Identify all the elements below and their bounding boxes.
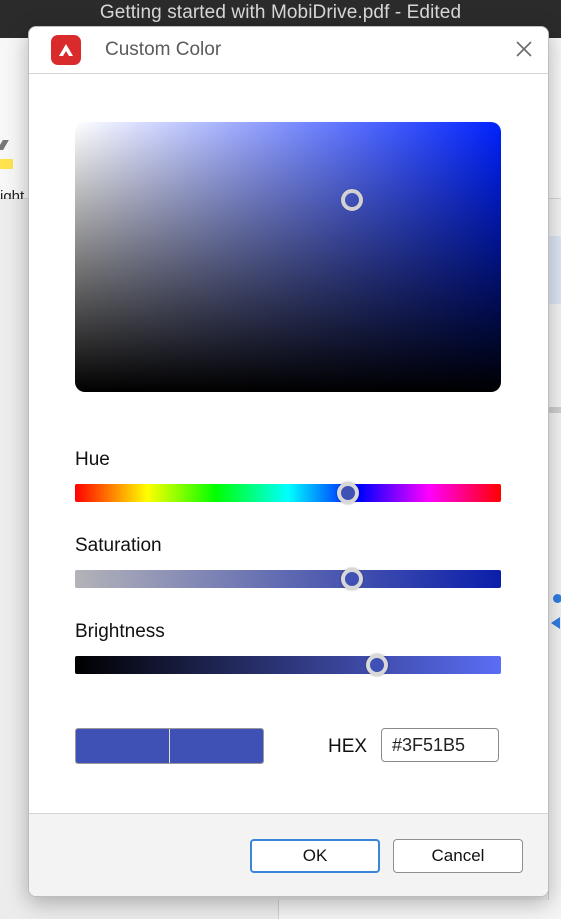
highlight-color-swatch[interactable] [0, 159, 13, 169]
previous-color-swatch [76, 729, 169, 763]
close-icon[interactable] [513, 38, 535, 60]
saturation-slider[interactable] [75, 568, 501, 590]
saturation-label: Saturation [75, 535, 162, 556]
highlighter-icon[interactable] [0, 140, 9, 150]
dialog-header: Custom Color [29, 27, 548, 74]
new-color-swatch [170, 729, 263, 763]
picker-handle[interactable] [340, 189, 363, 212]
ok-button[interactable]: OK [250, 839, 380, 873]
saturation-slider-thumb[interactable] [340, 568, 363, 590]
custom-color-dialog: Custom Color Hue Saturation Brightness H… [28, 26, 549, 897]
panel-indicator-dot [553, 594, 561, 603]
hex-label: HEX [328, 736, 368, 757]
hue-slider-thumb[interactable] [336, 482, 359, 504]
dialog-footer: OK Cancel [29, 813, 548, 896]
panel-selected-item[interactable] [549, 236, 561, 304]
bottom-strip [278, 900, 561, 919]
panel-collapse-arrow-icon[interactable] [551, 617, 560, 629]
brightness-slider-thumb[interactable] [366, 654, 389, 676]
saturation-brightness-picker[interactable] [75, 122, 501, 392]
cancel-button[interactable]: Cancel [393, 839, 523, 873]
dialog-title: Custom Color [105, 39, 222, 60]
brightness-label: Brightness [75, 621, 165, 642]
window-title: Getting started with MobiDrive.pdf - Edi… [99, 2, 462, 23]
mobidrive-logo-icon [51, 35, 81, 65]
right-side-panel [548, 199, 561, 919]
brightness-slider[interactable] [75, 654, 501, 676]
hex-input[interactable] [381, 728, 499, 762]
color-preview-swatch [75, 728, 264, 764]
hue-slider[interactable] [75, 482, 501, 504]
panel-divider [549, 407, 561, 413]
hue-label: Hue [75, 449, 110, 470]
